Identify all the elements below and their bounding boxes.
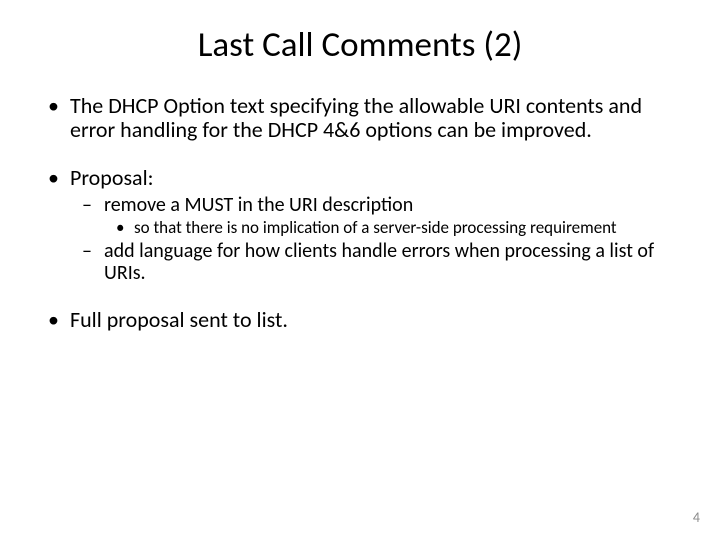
sub-bullet-text: remove a MUST in the URI description [104, 193, 413, 217]
sub-bullet-item: remove a MUST in the URI description so … [70, 195, 680, 237]
bullet-text: Proposal: [70, 164, 154, 191]
slide: Last Call Comments (2) The DHCP Option t… [0, 0, 720, 540]
sub-sub-bullet-list: so that there is no implication of a ser… [104, 219, 680, 237]
slide-content: The DHCP Option text specifying the allo… [0, 76, 720, 332]
bullet-item: Proposal: remove a MUST in the URI descr… [40, 166, 680, 285]
sub-bullet-list: remove a MUST in the URI description so … [70, 195, 680, 284]
slide-title: Last Call Comments (2) [0, 0, 720, 76]
bullet-item: The DHCP Option text specifying the allo… [40, 94, 680, 142]
sub-sub-bullet-text: so that there is no implication of a ser… [134, 217, 617, 238]
sub-sub-bullet-item: so that there is no implication of a ser… [104, 219, 680, 237]
page-number: 4 [693, 509, 700, 526]
bullet-item: Full proposal sent to list. [40, 308, 680, 332]
sub-bullet-item: add language for how clients handle erro… [70, 241, 680, 284]
sub-bullet-text: add language for how clients handle erro… [104, 239, 654, 285]
bullet-text: The DHCP Option text specifying the allo… [70, 92, 642, 143]
bullet-text: Full proposal sent to list. [70, 306, 288, 333]
bullet-list: The DHCP Option text specifying the allo… [40, 94, 680, 332]
